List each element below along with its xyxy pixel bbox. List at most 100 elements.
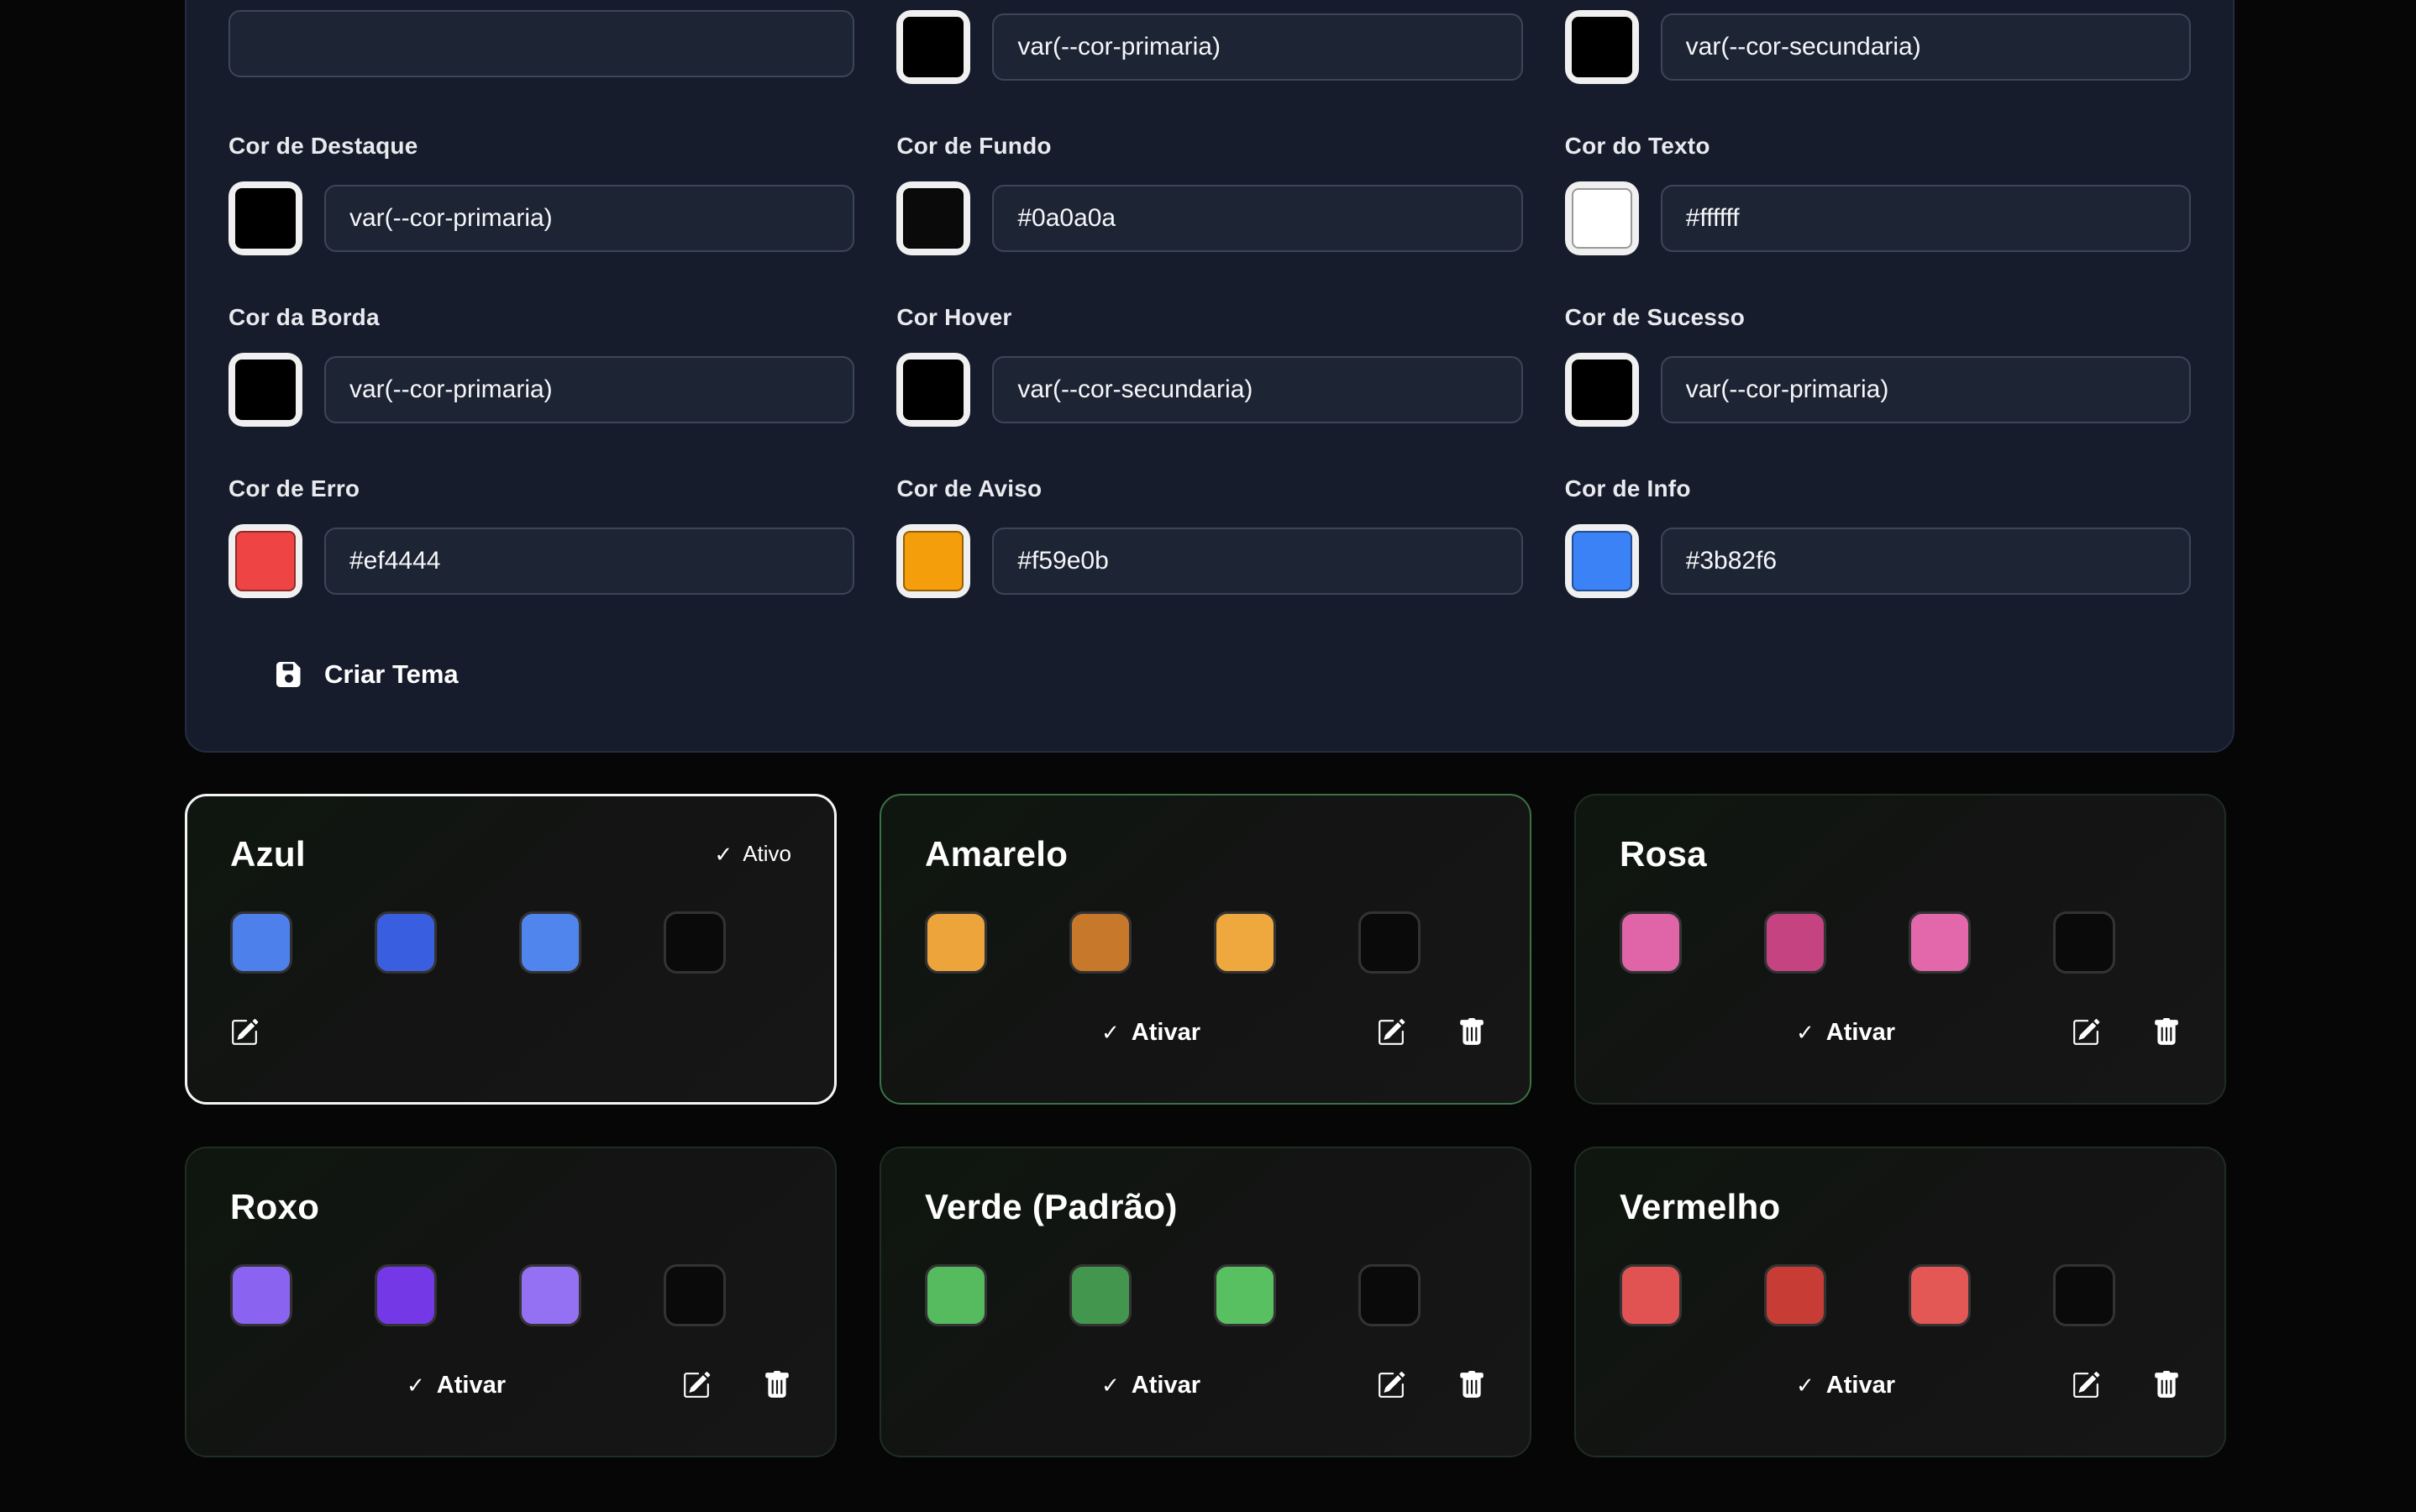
activate-theme-button[interactable]: ✓ Ativar [230, 1371, 682, 1400]
theme-card-title: Azul [230, 834, 306, 874]
theme-color-swatch [1358, 1264, 1421, 1326]
color-preview [903, 17, 964, 77]
color-preview [903, 188, 964, 249]
theme-color-swatch [1620, 1264, 1682, 1326]
check-icon: ✓ [1101, 1374, 1120, 1396]
theme-card-vermelho: Vermelho ✓ Ativar [1574, 1147, 2226, 1457]
theme-color-swatch [1214, 911, 1276, 974]
theme-color-swatch [375, 1264, 437, 1326]
cor-primaria-input[interactable] [992, 13, 1522, 81]
color-preview [235, 360, 296, 420]
theme-color-swatch [664, 911, 726, 974]
activate-theme-button[interactable]: ✓ Ativar [925, 1371, 1377, 1400]
theme-color-swatch [1764, 911, 1826, 974]
activate-theme-button[interactable]: ✓ Ativar [1620, 1371, 2072, 1400]
theme-name-input[interactable] [228, 10, 854, 77]
cor-primaria-swatch[interactable] [896, 10, 970, 84]
cor-fundo-swatch[interactable] [896, 181, 970, 255]
field-cor-borda: Cor da Borda [228, 304, 854, 427]
theme-editor-panel: Cor de Destaque Cor de Fundo Cor do Text… [185, 0, 2235, 753]
cor-aviso-swatch[interactable] [896, 524, 970, 598]
delete-theme-button[interactable] [1457, 1371, 1486, 1399]
cor-info-input[interactable] [1661, 528, 2191, 595]
edit-theme-button[interactable] [1377, 1018, 1405, 1047]
theme-color-swatch [2053, 1264, 2115, 1326]
cor-borda-input[interactable] [324, 356, 854, 423]
theme-card-azul: Azul ✓ Ativo [185, 794, 837, 1105]
cor-texto-swatch[interactable] [1565, 181, 1639, 255]
theme-color-swatches [1620, 1264, 2181, 1326]
edit-theme-button[interactable] [682, 1371, 711, 1399]
field-cor-erro: Cor de Erro [228, 475, 854, 598]
theme-color-swatch [1764, 1264, 1826, 1326]
edit-icon [230, 1018, 259, 1047]
activate-theme-button[interactable]: ✓ Ativar [1620, 1018, 2072, 1047]
theme-color-swatch [1069, 1264, 1132, 1326]
edit-icon [2072, 1018, 2100, 1047]
field-cor-primaria [896, 10, 1522, 84]
edit-theme-button[interactable] [2072, 1018, 2100, 1047]
delete-theme-button[interactable] [2152, 1018, 2181, 1047]
cor-destaque-swatch[interactable] [228, 181, 302, 255]
field-label: Cor de Aviso [896, 475, 1522, 502]
theme-color-swatch [1909, 911, 1971, 974]
edit-icon [682, 1371, 711, 1399]
field-cor-hover: Cor Hover [896, 304, 1522, 427]
edit-theme-button[interactable] [2072, 1371, 2100, 1399]
create-theme-button[interactable]: Criar Tema [269, 659, 464, 690]
cor-texto-input[interactable] [1661, 185, 2191, 252]
theme-color-swatch [664, 1264, 726, 1326]
theme-color-swatch [1069, 911, 1132, 974]
edit-theme-button[interactable] [1377, 1371, 1405, 1399]
cor-aviso-input[interactable] [992, 528, 1522, 595]
cor-secundaria-input[interactable] [1661, 13, 2191, 81]
cor-secundaria-swatch[interactable] [1565, 10, 1639, 84]
themes-grid: Azul ✓ Ativo Amarelo [185, 794, 2226, 1457]
cor-hover-input[interactable] [992, 356, 1522, 423]
cor-erro-input[interactable] [324, 528, 854, 595]
color-preview [235, 188, 296, 249]
theme-color-swatch [519, 1264, 581, 1326]
theme-card-rosa: Rosa ✓ Ativar [1574, 794, 2226, 1105]
delete-theme-button[interactable] [763, 1371, 791, 1399]
field-label: Cor da Borda [228, 304, 854, 331]
theme-card-verde-padrao: Verde (Padrão) ✓ Ativar [880, 1147, 1531, 1457]
form-row-4: Cor de Erro Cor de Aviso Cor de Info [228, 475, 2191, 598]
theme-color-swatch [1358, 911, 1421, 974]
field-cor-info: Cor de Info [1565, 475, 2191, 598]
color-preview [1572, 531, 1632, 591]
theme-color-swatch [2053, 911, 2115, 974]
theme-card-title: Amarelo [925, 834, 1068, 874]
activate-label: Ativar [1132, 1019, 1200, 1047]
cor-erro-swatch[interactable] [228, 524, 302, 598]
cor-hover-swatch[interactable] [896, 353, 970, 427]
edit-icon [2072, 1371, 2100, 1399]
cor-sucesso-swatch[interactable] [1565, 353, 1639, 427]
form-row-2: Cor de Destaque Cor de Fundo Cor do Text… [228, 133, 2191, 255]
cor-destaque-input[interactable] [324, 185, 854, 252]
edit-theme-button[interactable] [230, 1018, 259, 1047]
cor-borda-swatch[interactable] [228, 353, 302, 427]
delete-theme-button[interactable] [2152, 1371, 2181, 1399]
field-label: Cor Hover [896, 304, 1522, 331]
theme-color-swatch [230, 1264, 292, 1326]
cor-fundo-input[interactable] [992, 185, 1522, 252]
field-cor-secundaria [1565, 10, 2191, 84]
trash-icon [1457, 1018, 1486, 1047]
trash-icon [763, 1371, 791, 1399]
color-preview [1572, 188, 1632, 249]
color-preview [235, 531, 296, 591]
cor-sucesso-input[interactable] [1661, 356, 2191, 423]
delete-theme-button[interactable] [1457, 1018, 1486, 1047]
theme-color-swatch [925, 1264, 987, 1326]
theme-color-swatches [925, 911, 1486, 974]
field-label: Cor de Info [1565, 475, 2191, 502]
trash-icon [1457, 1371, 1486, 1399]
theme-card-title: Rosa [1620, 834, 1707, 874]
activate-label: Ativar [1132, 1372, 1200, 1399]
activate-theme-button[interactable]: ✓ Ativar [925, 1018, 1377, 1047]
cor-info-swatch[interactable] [1565, 524, 1639, 598]
theme-color-swatch [1909, 1264, 1971, 1326]
field-label: Cor de Erro [228, 475, 854, 502]
create-theme-label: Criar Tema [324, 659, 459, 690]
